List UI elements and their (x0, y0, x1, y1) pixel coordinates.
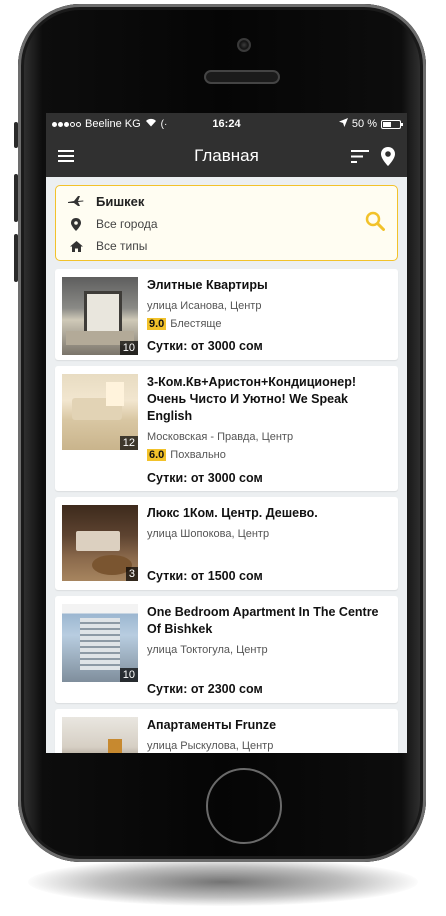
front-camera (237, 38, 251, 52)
listing-rating: 6.0 Похвально (147, 449, 390, 461)
search-type: Все типы (96, 239, 148, 253)
listing-card[interactable]: Апартаменты Frunze улица Рыскулова, Цент… (55, 709, 398, 753)
listing-photo: 3 (62, 505, 138, 581)
battery-percent: 50 % (351, 118, 377, 130)
photo-count: 3 (125, 567, 138, 581)
map-pin-icon[interactable] (381, 146, 395, 166)
search-location: Все города (96, 217, 158, 231)
home-button[interactable] (206, 768, 282, 844)
photo-count: 12 (119, 436, 138, 450)
listing-price: Сутки: от 1500 сом (147, 569, 263, 583)
rating-score: 6.0 (147, 449, 167, 461)
search-city: Бишкек (96, 194, 145, 209)
listing-list: 10 Элитные Квартиры улица Исанова, Центр… (46, 269, 407, 753)
search-location-row[interactable]: Все города (68, 217, 158, 231)
listing-address: Московская - Правда, Центр (147, 431, 294, 443)
listing-name: 3-Ком.Кв+Аристон+Кондиционер! Очень Чист… (147, 375, 357, 423)
app-bar: Главная (46, 135, 407, 177)
app-screen: Beeline KG (· 16:24 50 % Главная Бишкек … (46, 113, 407, 753)
listing-price: Сутки: от 3000 сом (147, 471, 263, 485)
listing-name: Апартаменты Frunze (147, 718, 277, 732)
battery-icon (381, 119, 403, 129)
earpiece-speaker (204, 70, 280, 84)
plane-icon (68, 195, 84, 209)
listing-address: улица Исанова, Центр (147, 300, 262, 312)
photo-count: 10 (119, 341, 138, 355)
listing-address: улица Рыскулова, Центр (147, 740, 274, 752)
listing-card[interactable]: 12 3-Ком.Кв+Аристон+Кондиционер! Очень Ч… (55, 366, 398, 491)
listing-photo (62, 717, 138, 753)
location-pin-icon (68, 217, 84, 231)
home-icon (68, 240, 84, 252)
listing-card[interactable]: 10 One Bedroom Apartment In The Centre O… (55, 596, 398, 703)
search-city-row[interactable]: Бишкек (68, 194, 144, 209)
listing-photo: 10 (62, 277, 138, 355)
listing-address: улица Токтогула, Центр (147, 644, 268, 656)
status-bar: Beeline KG (· 16:24 50 % (46, 113, 407, 135)
mute-switch (14, 122, 18, 148)
listing-card[interactable]: 3 Люкс 1Ком. Центр. Дешево. улица Шопоко… (55, 497, 398, 590)
sort-icon[interactable] (351, 149, 369, 163)
activity-icon: (· (160, 118, 168, 130)
search-type-row[interactable]: Все типы (68, 239, 147, 253)
search-card[interactable]: Бишкек Все города Все типы (55, 185, 398, 261)
listing-photo: 10 (62, 604, 138, 682)
listing-name: Люкс 1Ком. Центр. Дешево. (147, 506, 318, 520)
listing-rating: 9.0 Блестяще (147, 318, 390, 330)
listing-address: улица Шопокова, Центр (147, 528, 270, 540)
search-icon[interactable] (365, 211, 385, 236)
listing-price: Сутки: от 2300 сом (147, 682, 263, 696)
signal-icon (52, 121, 81, 127)
photo-count: 10 (119, 668, 138, 682)
listing-photo: 12 (62, 374, 138, 450)
rating-label: Блестяще (170, 318, 222, 330)
listing-card[interactable]: 10 Элитные Квартиры улица Исанова, Центр… (55, 269, 398, 360)
listing-name: One Bedroom Apartment In The Centre Of B… (147, 605, 379, 636)
volume-up-button (14, 174, 18, 222)
menu-icon[interactable] (58, 150, 74, 162)
carrier-name: Beeline KG (85, 118, 141, 130)
wifi-icon (145, 118, 157, 130)
phone-shadow (28, 858, 418, 906)
rating-score: 9.0 (147, 318, 167, 330)
location-arrow-icon (338, 118, 348, 130)
listing-price: Сутки: от 3000 сом (147, 339, 263, 353)
rating-label: Похвально (170, 449, 226, 461)
listing-name: Элитные Квартиры (147, 278, 268, 292)
volume-down-button (14, 234, 18, 282)
